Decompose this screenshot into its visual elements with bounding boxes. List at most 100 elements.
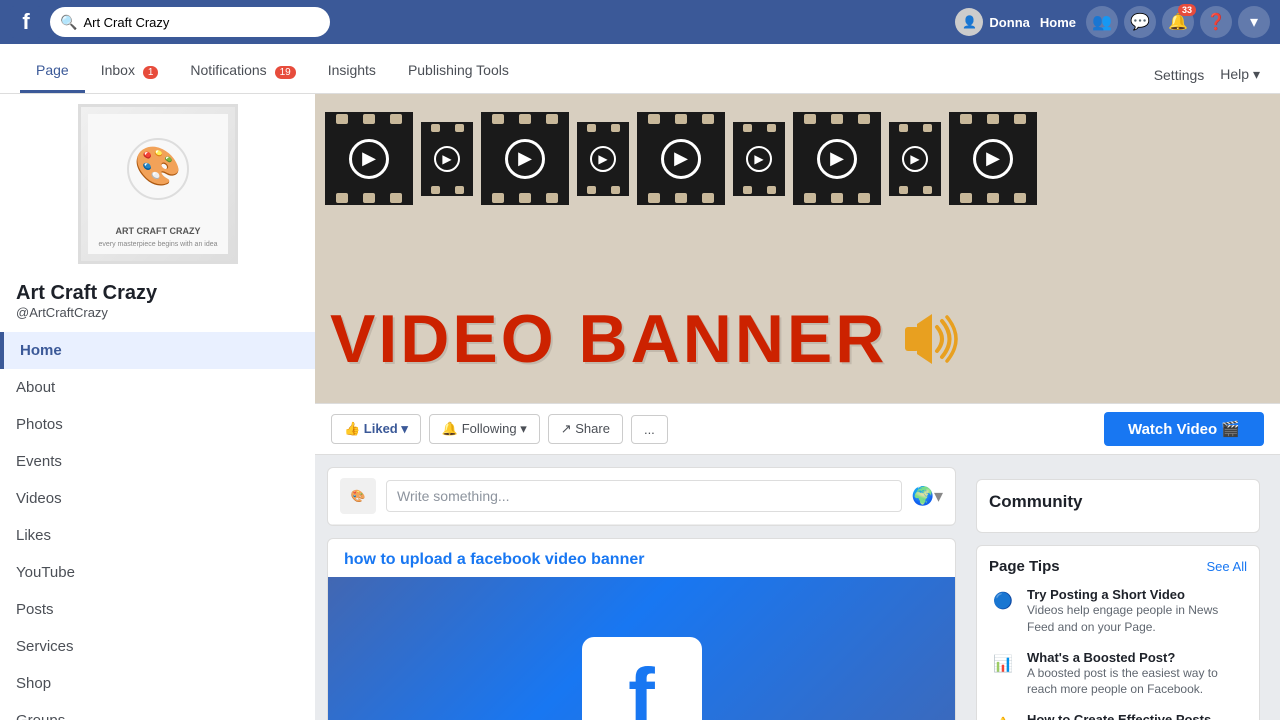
watch-video-button[interactable]: Watch Video 🎬 <box>1104 412 1264 446</box>
tip-icon-1: 📊 <box>989 650 1017 678</box>
tip-icon-0: 🔵 <box>989 587 1017 615</box>
film-strip-row: ▶ ▶ <box>315 94 1280 205</box>
sidebar-item-youtube[interactable]: YouTube <box>0 554 315 591</box>
sidebar-item-groups[interactable]: Groups <box>0 702 315 720</box>
tip-title-0: Try Posting a Short Video <box>1027 587 1247 602</box>
post-avatar: 🎨 <box>340 478 376 514</box>
tip-item-0: 🔵 Try Posting a Short Video Videos help … <box>989 587 1247 636</box>
film-unit-8: ▶ <box>889 122 941 196</box>
svg-text:ART CRAFT CRAZY: ART CRAFT CRAZY <box>115 226 200 236</box>
profile-cover: 🎨 ART CRAFT CRAZY every masterpiece begi… <box>0 94 315 274</box>
post-item: how to upload a facebook video banner f <box>327 538 956 720</box>
banner-text: VIDEO BANNER <box>330 300 887 378</box>
help-link[interactable]: Help ▾ <box>1220 66 1260 83</box>
tip-desc-0: Videos help engage people in News Feed a… <box>1027 602 1247 636</box>
menu-icon-btn[interactable]: ▾ <box>1238 6 1270 38</box>
pagenav-right: Settings Help ▾ <box>1154 66 1260 93</box>
sidebar-item-likes[interactable]: Likes <box>0 517 315 554</box>
community-title: Community <box>989 492 1247 512</box>
nav-right: 👤 Donna Home 👥 💬 🔔 33 ❓ ▾ <box>955 6 1270 38</box>
notifications-icon-btn[interactable]: 🔔 33 <box>1162 6 1194 38</box>
messenger-icon-btn[interactable]: 💬 <box>1124 6 1156 38</box>
page-navigation: Page Inbox 1 Notifications 19 Insights P… <box>0 44 1280 94</box>
action-bar: 👍 Liked ▾ 🔔 Following ▾ ↗ Share ... Watc… <box>315 404 1280 455</box>
pagenav-insights[interactable]: Insights <box>312 50 392 93</box>
friends-icon-btn[interactable]: 👥 <box>1086 6 1118 38</box>
more-button[interactable]: ... <box>631 415 668 444</box>
page-tips-box: Page Tips See All 🔵 Try Posting a Short … <box>976 545 1260 720</box>
tip-content-2: How to Create Effective Posts Short, vis… <box>1027 712 1232 720</box>
sidebar-item-photos[interactable]: Photos <box>0 406 315 443</box>
pagenav-page[interactable]: Page <box>20 50 85 93</box>
sidebar-item-services[interactable]: Services <box>0 628 315 665</box>
film-unit-4: ▶ <box>577 122 629 196</box>
post-placeholder: Write something... <box>397 488 510 504</box>
sidebar-nav: Home About Photos Events Videos Likes Yo… <box>0 332 315 720</box>
page-handle: @ArtCraftCrazy <box>16 305 299 320</box>
user-name: Donna <box>989 15 1029 30</box>
main-content: 🎨 ART CRAFT CRAZY every masterpiece begi… <box>0 94 1280 720</box>
film-unit-1: ▶ <box>325 112 413 205</box>
tip-item-2: ⚠️ How to Create Effective Posts Short, … <box>989 712 1247 720</box>
settings-link[interactable]: Settings <box>1154 67 1205 83</box>
tip-content-0: Try Posting a Short Video Videos help en… <box>1027 587 1247 636</box>
sidebar-item-events[interactable]: Events <box>0 443 315 480</box>
home-link[interactable]: Home <box>1040 15 1076 30</box>
tip-icon-2: ⚠️ <box>989 712 1017 720</box>
page-tips-title: Page Tips <box>989 558 1060 575</box>
profile-pic-art: 🎨 ART CRAFT CRAZY every masterpiece begi… <box>81 107 235 261</box>
notifications-badge: 33 <box>1178 4 1196 16</box>
page-tips-header: Page Tips See All <box>989 558 1247 575</box>
search-icon: 🔍 <box>60 14 77 31</box>
share-button[interactable]: ↗ Share <box>548 414 623 444</box>
tip-item-1: 📊 What's a Boosted Post? A boosted post … <box>989 650 1247 699</box>
feed-area: 🎨 Write something... 🌍▾ how to upload a … <box>315 455 1280 720</box>
profile-picture: 🎨 ART CRAFT CRAZY every masterpiece begi… <box>78 104 238 264</box>
liked-button[interactable]: 👍 Liked ▾ <box>331 414 421 444</box>
community-box: Community <box>976 479 1260 533</box>
center-content: ▶ ▶ <box>315 94 1280 720</box>
top-navigation: f 🔍 👤 Donna Home 👥 💬 🔔 33 ❓ ▾ <box>0 0 1280 44</box>
sidebar-item-home[interactable]: Home <box>0 332 315 369</box>
notifs-badge: 19 <box>275 66 296 79</box>
film-unit-3: ▶ <box>481 112 569 205</box>
tip-title-1: What's a Boosted Post? <box>1027 650 1247 665</box>
following-button[interactable]: 🔔 Following ▾ <box>429 414 540 444</box>
feed-main: 🎨 Write something... 🌍▾ how to upload a … <box>327 467 956 720</box>
post-create-box: 🎨 Write something... 🌍▾ <box>327 467 956 526</box>
pagenav-publishing-tools[interactable]: Publishing Tools <box>392 50 525 93</box>
pagenav-notifications[interactable]: Notifications 19 <box>174 50 311 93</box>
post-options-icon[interactable]: 🌍▾ <box>912 486 943 507</box>
video-banner-text-area: VIDEO BANNER <box>330 300 967 378</box>
sidebar-item-about[interactable]: About <box>0 369 315 406</box>
profile-info: Art Craft Crazy @ArtCraftCrazy <box>0 274 315 324</box>
facebook-logo: f <box>10 6 42 38</box>
sidebar-item-posts[interactable]: Posts <box>0 591 315 628</box>
speaker-icon <box>897 309 967 369</box>
right-sidebar: Community Page Tips See All 🔵 Try Postin… <box>968 467 1268 720</box>
left-sidebar: 🎨 ART CRAFT CRAZY every masterpiece begi… <box>0 94 315 720</box>
page-name: Art Craft Crazy <box>16 282 299 305</box>
sidebar-item-shop[interactable]: Shop <box>0 665 315 702</box>
post-title: how to upload a facebook video banner <box>328 539 955 577</box>
fb-logo-image: f <box>582 637 702 720</box>
film-unit-7: ▶ <box>793 112 881 205</box>
post-image: f <box>328 577 955 720</box>
avatar: 👤 <box>955 8 983 36</box>
tip-content-1: What's a Boosted Post? A boosted post is… <box>1027 650 1247 699</box>
cover-banner: ▶ ▶ <box>315 94 1280 404</box>
svg-text:🎨: 🎨 <box>134 143 181 188</box>
help-icon-btn[interactable]: ❓ <box>1200 6 1232 38</box>
film-unit-5: ▶ <box>637 112 725 205</box>
tip-title-2: How to Create Effective Posts <box>1027 712 1232 720</box>
search-input[interactable] <box>83 15 313 30</box>
see-all-link[interactable]: See All <box>1207 559 1247 574</box>
film-unit-2: ▶ <box>421 122 473 196</box>
inbox-badge: 1 <box>143 66 159 79</box>
svg-text:every masterpiece begins with: every masterpiece begins with an idea <box>98 241 217 248</box>
sidebar-item-videos[interactable]: Videos <box>0 480 315 517</box>
search-bar[interactable]: 🔍 <box>50 7 330 37</box>
post-input-fake[interactable]: Write something... <box>386 480 902 512</box>
film-unit-6: ▶ <box>733 122 785 196</box>
pagenav-inbox[interactable]: Inbox 1 <box>85 50 175 93</box>
